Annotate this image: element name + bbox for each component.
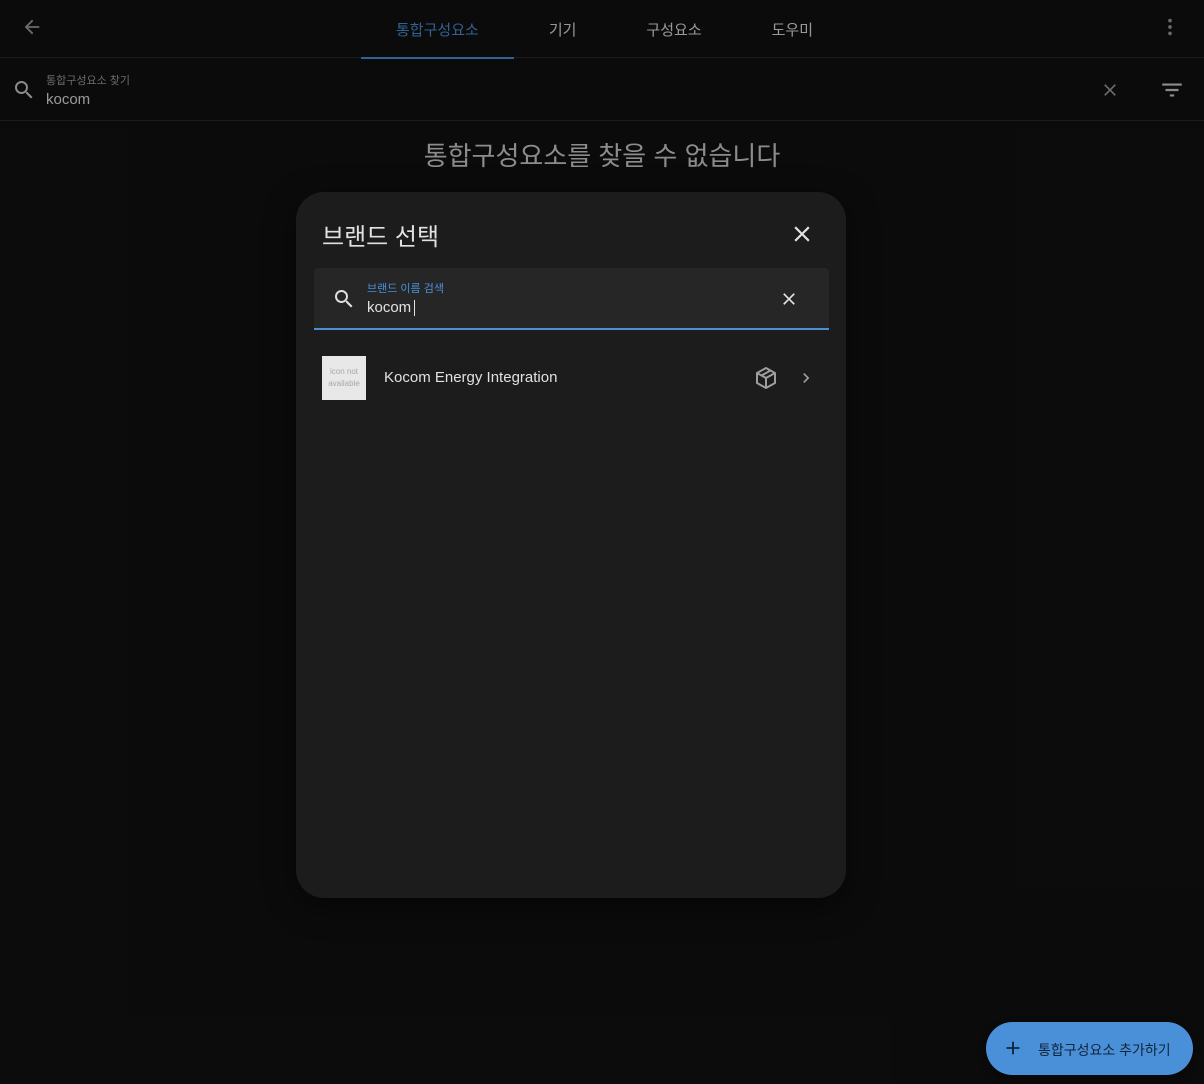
chevron-right-icon bbox=[803, 373, 810, 383]
add-integration-button[interactable]: 통합구성요소 추가하기 bbox=[986, 1022, 1193, 1075]
brand-list-item[interactable]: icon not available Kocom Energy Integrat… bbox=[296, 352, 846, 404]
dialog-close-button[interactable] bbox=[786, 218, 818, 250]
search-icon bbox=[335, 290, 353, 308]
brand-name: Kocom Energy Integration bbox=[384, 369, 558, 386]
plus-icon bbox=[1006, 1041, 1020, 1055]
brand-search-field: 브랜드 이름 검색 bbox=[314, 268, 829, 330]
brand-logo-placeholder: icon not available bbox=[322, 356, 366, 400]
brand-search-input[interactable] bbox=[367, 296, 747, 318]
close-icon bbox=[783, 293, 795, 305]
add-integration-label: 통합구성요소 추가하기 bbox=[1038, 1042, 1171, 1058]
close-icon bbox=[794, 226, 810, 242]
clear-brand-search-button[interactable] bbox=[775, 285, 803, 313]
brand-search-label: 브랜드 이름 검색 bbox=[367, 283, 444, 295]
dialog-title: 브랜드 선택 bbox=[322, 224, 440, 251]
custom-integration-icon bbox=[756, 367, 776, 389]
text-cursor bbox=[414, 300, 415, 316]
brand-select-dialog: 브랜드 선택 브랜드 이름 검색 icon not available Koco… bbox=[296, 192, 846, 898]
